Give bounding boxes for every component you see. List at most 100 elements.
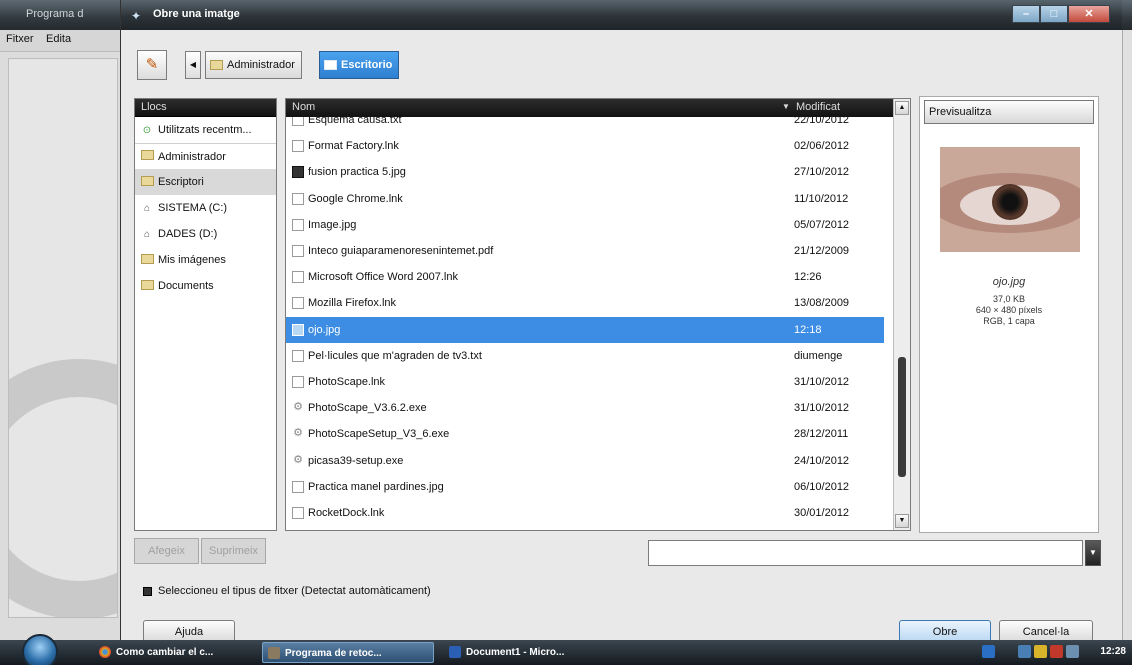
battery-icon[interactable] <box>1066 645 1079 658</box>
place-mis-imagenes[interactable]: Mis imágenes <box>135 247 276 273</box>
filename-dropdown-button[interactable]: ▼ <box>1085 540 1101 566</box>
places-buttons: Afegeix Suprimeix <box>134 538 266 564</box>
file-name: picasa39-setup.exe <box>308 454 404 467</box>
maximize-button[interactable]: □ <box>1040 5 1068 23</box>
chrome-icon <box>99 646 111 658</box>
preview-thumbnail <box>940 147 1080 252</box>
start-button[interactable] <box>22 634 58 665</box>
executable-icon: ⚙ <box>293 453 303 466</box>
column-name-header[interactable]: Nom <box>292 101 315 113</box>
file-name: Google Chrome.lnk <box>308 192 403 205</box>
document-icon <box>292 192 304 205</box>
minimize-button[interactable]: – <box>1012 5 1040 23</box>
file-row[interactable]: RocketDock.lnk 30/01/2012 <box>286 500 884 526</box>
scroll-up-icon[interactable]: ▲ <box>895 101 909 115</box>
file-date: 30/01/2012 <box>794 506 850 519</box>
path-crumb-escritorio[interactable]: Escritorio <box>319 51 400 79</box>
folder-icon <box>141 253 154 267</box>
file-name: ojo.jpg <box>308 323 341 336</box>
file-row[interactable]: Microsoft Office Word 2007.lnk 12:26 <box>286 264 884 290</box>
file-date: 02/06/2012 <box>794 140 850 153</box>
file-row[interactable]: Google Chrome.lnk 11/10/2012 <box>286 186 884 212</box>
file-row[interactable]: ⚙ PhotoScape_V3.6.2.exe 31/10/2012 <box>286 395 884 421</box>
folder-icon <box>141 175 154 189</box>
executable-icon: ⚙ <box>293 427 303 440</box>
task-chrome[interactable]: Como cambiar el c... <box>94 642 242 663</box>
network-icon[interactable] <box>1018 645 1031 658</box>
system-tray: 12:28 <box>982 640 1132 665</box>
preview-button[interactable]: Previsualitza <box>924 100 1094 124</box>
remove-bookmark-button[interactable]: Suprimeix <box>201 538 266 564</box>
place-label: Documents <box>158 280 214 292</box>
preview-filename: ojo.jpg <box>992 276 1026 288</box>
scroll-thumb[interactable] <box>898 357 906 477</box>
folder-icon <box>141 279 154 293</box>
file-name: Practica manel pardines.jpg <box>308 480 444 493</box>
path-crumb-administrador[interactable]: Administrador <box>205 51 302 79</box>
file-row[interactable]: Image.jpg 05/07/2012 <box>286 212 884 238</box>
document-icon <box>292 480 304 493</box>
gimp-icon <box>268 647 280 659</box>
preview-mode: RGB, 1 capa <box>983 316 1035 326</box>
filename-input[interactable] <box>648 540 1083 566</box>
places-header[interactable]: Llocs <box>135 99 276 117</box>
place-label: Administrador <box>158 150 226 163</box>
file-row[interactable]: ⚙ PhotoScapeSetup_V3_6.exe 28/12/2011 <box>286 421 884 447</box>
file-list-scrollbar[interactable]: ▲ ▼ <box>893 99 910 530</box>
task-word[interactable]: Document1 - Micro... <box>444 642 612 663</box>
document-icon <box>292 375 304 388</box>
document-icon <box>292 245 304 258</box>
document-icon <box>292 218 304 231</box>
image-file-icon <box>292 323 304 336</box>
volume-icon[interactable] <box>1050 645 1063 658</box>
place-label: Escriptori <box>158 176 204 188</box>
type-location-button[interactable]: ✎ <box>137 50 167 80</box>
file-row[interactable]: ⚙RocketDock-v1.3.5.exe28/01/2012 <box>286 526 884 530</box>
clock[interactable]: 12:28 <box>1100 646 1126 657</box>
add-bookmark-button[interactable]: Afegeix <box>134 538 199 564</box>
file-date: 13/08/2009 <box>794 297 850 310</box>
open-image-dialog: ✦ Obre una imatge – □ ✕ ✎ ◀ Administrado… <box>120 0 1122 644</box>
file-name: fusion practica 5.jpg <box>308 166 406 179</box>
path-scroll-left-button[interactable]: ◀ <box>185 51 201 79</box>
file-row[interactable]: ⚙ picasa39-setup.exe 24/10/2012 <box>286 447 884 473</box>
file-rows: Esquema causa.txt 22/10/2012 Format Factor… <box>286 107 884 530</box>
document-icon <box>292 140 304 153</box>
file-row[interactable]: Inteco guiaparamenoresenintemet.pdf 21/12… <box>286 238 884 264</box>
preview-info: ojo.jpg 37,0 KB 640 × 480 píxels RGB, 1 … <box>920 277 1098 327</box>
place-dades[interactable]: ⌂ DADES (D:) <box>135 221 276 247</box>
scroll-down-icon[interactable]: ▼ <box>895 514 909 528</box>
file-date: 11/10/2012 <box>794 192 849 205</box>
menu-edita[interactable]: Edita <box>46 33 71 45</box>
background-menubar: Fitxer Edita <box>0 30 120 52</box>
menu-fitxer[interactable]: Fitxer <box>6 33 34 45</box>
place-recent[interactable]: ⊙ Utilitzats recentm... <box>135 117 276 143</box>
file-row[interactable]: Mozilla Firefox.lnk 13/08/2009 <box>286 290 884 316</box>
background-canvas <box>8 58 118 618</box>
dialog-titlebar[interactable]: ✦ Obre una imatge – □ ✕ <box>121 0 1122 30</box>
file-row[interactable]: Format Factory.lnk 02/06/2012 <box>286 133 884 159</box>
column-modified-header[interactable]: Modificat <box>796 101 840 113</box>
file-row[interactable]: ojo.jpg 12:18 <box>286 316 884 343</box>
language-icon[interactable] <box>982 645 995 658</box>
executable-icon: ⚙ <box>293 401 303 414</box>
background-scrollbar[interactable] <box>1122 30 1132 640</box>
place-sistema[interactable]: ⌂ SISTEMA (C:) <box>135 195 276 221</box>
expander-icon <box>143 586 152 596</box>
file-row[interactable]: Practica manel pardines.jpg 06/10/2012 <box>286 474 884 500</box>
place-documents[interactable]: Documents <box>135 273 276 299</box>
document-icon <box>292 271 304 284</box>
place-administrador[interactable]: Administrador <box>135 143 276 169</box>
file-name: Image.jpg <box>308 218 357 231</box>
filetype-label: Seleccioneu el tipus de fitxer (Detectat… <box>158 585 431 597</box>
place-label: Utilitzats recentm... <box>158 124 252 136</box>
close-button[interactable]: ✕ <box>1068 5 1110 23</box>
file-row[interactable]: fusion practica 5.jpg 27/10/2012 <box>286 159 884 185</box>
task-gimp[interactable]: Programa de retoc... <box>262 642 434 663</box>
file-row[interactable]: Pel·licules que m'agraden de tv3.txt dium… <box>286 343 884 369</box>
place-escriptori[interactable]: Escriptori <box>135 169 276 195</box>
file-row[interactable]: PhotoScape.lnk 31/10/2012 <box>286 369 884 395</box>
shield-icon[interactable] <box>1034 645 1047 658</box>
filetype-expander[interactable]: Seleccioneu el tipus de fitxer (Detectat… <box>143 585 431 597</box>
dialog-title: Obre una imatge <box>153 8 240 20</box>
